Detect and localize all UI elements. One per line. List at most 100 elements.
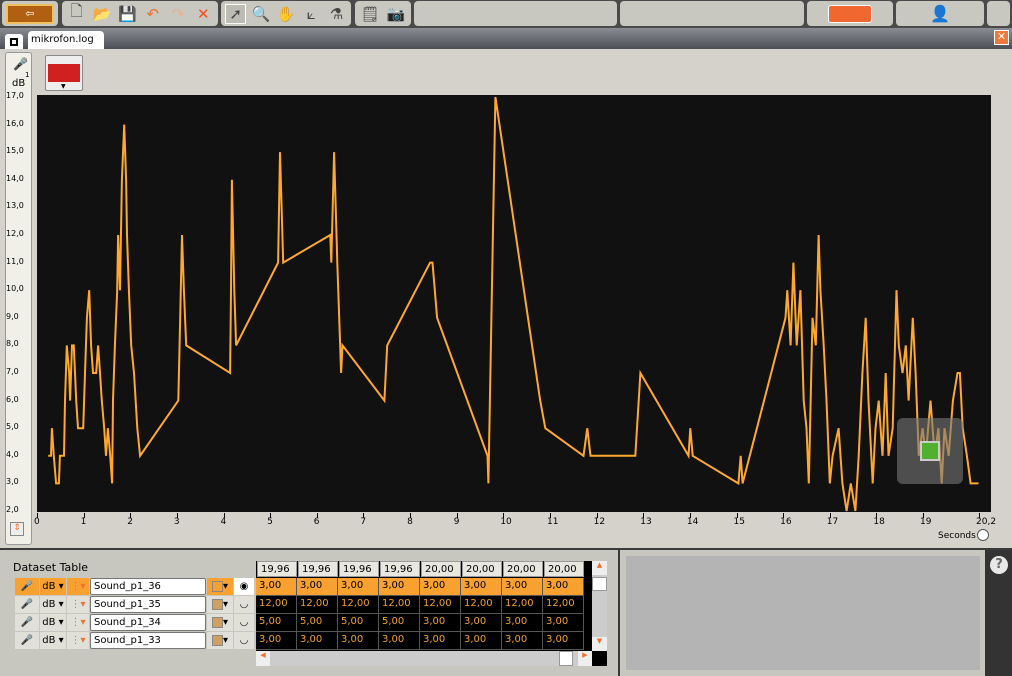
scroll-right-icon[interactable]: ▶ [578,651,592,666]
dataset-row[interactable]: 🎤 dB ▾ ⋮▾ Sound_p1_33 ▾ ◡ [15,632,254,650]
data-cell[interactable]: 3,00 [543,578,584,596]
scale-dropdown[interactable]: ⋮▾ [67,614,89,631]
data-cell[interactable]: 12,00 [543,596,584,614]
redo-icon[interactable]: ↷ [167,4,188,24]
data-cell[interactable]: 5,00 [297,614,338,632]
scale-dropdown[interactable]: ⋮▾ [67,596,89,613]
data-cell[interactable]: 12,00 [297,596,338,614]
eye-hidden-icon[interactable]: ◡ [234,614,254,631]
scale-dropdown[interactable]: ⋮▾ [67,578,89,595]
data-cell[interactable]: 3,00 [502,578,543,596]
data-cell[interactable]: 3,00 [543,632,584,650]
upload-group: ⇦ [2,1,58,26]
data-cell[interactable]: 3,00 [502,614,543,632]
unit-dropdown[interactable]: dB ▾ [40,578,66,595]
eye-visible-icon[interactable]: ◉ [234,578,254,595]
data-cell[interactable]: 3,00 [256,578,297,596]
tab-menu-icon[interactable] [5,34,23,49]
eye-hidden-icon[interactable]: ◡ [234,632,254,649]
unit-dropdown[interactable]: dB ▾ [40,614,66,631]
delete-icon[interactable]: ✕ [193,4,214,24]
scroll-down-icon[interactable]: ▼ [592,637,607,651]
data-cell[interactable]: 3,00 [297,632,338,650]
data-cell[interactable]: 3,00 [461,578,502,596]
data-cell[interactable]: 3,00 [461,632,502,650]
data-cell[interactable]: 12,00 [256,596,297,614]
nxt-brick-button[interactable] [807,1,893,26]
data-cell[interactable]: 3,00 [379,632,420,650]
dataset-name-field[interactable]: Sound_p1_33 [90,632,206,649]
data-cell[interactable]: 3,00 [256,632,297,650]
data-cell[interactable]: 3,00 [297,578,338,596]
sensor-probe-icon[interactable]: 🎤 [15,578,39,595]
new-file-icon[interactable]: 🗋 [66,2,87,24]
analysis-microscope-icon[interactable]: ⚗ [326,4,347,24]
close-icon[interactable]: ✕ [994,30,1009,45]
dataset-row[interactable]: 🎤 dB ▾ ⋮▾ Sound_p1_36 ▾ ◉ [15,578,254,596]
data-cell[interactable]: 3,00 [338,632,379,650]
sensor-probe-icon[interactable]: 🎤 [15,596,39,613]
color-dropdown[interactable]: ▾ [207,632,233,649]
scroll-thumb[interactable] [592,577,607,591]
data-cell[interactable]: 5,00 [256,614,297,632]
sensor-probe-icon[interactable]: 🎤 [15,632,39,649]
data-cell[interactable]: 5,00 [379,614,420,632]
scroll-up-icon[interactable]: ▲ [592,561,607,575]
dataset-row[interactable]: 🎤 dB ▾ ⋮▾ Sound_p1_35 ▾ ◡ [15,596,254,614]
zoom-icon[interactable]: 🔍 [250,4,271,24]
data-cell[interactable]: 3,00 [379,578,420,596]
data-cell[interactable]: 12,00 [379,596,420,614]
tab-mikrofon-log[interactable]: mikrofon.log [28,31,104,49]
color-dropdown[interactable]: ▾ [207,578,233,595]
sensor-microphone-icon[interactable]: 🎤 [13,57,28,71]
data-cell[interactable]: 3,00 [543,614,584,632]
color-dropdown[interactable]: ▾ [207,614,233,631]
dataset-name-field[interactable]: Sound_p1_34 [90,614,206,631]
navigation-widget[interactable] [897,418,963,484]
data-cell[interactable]: 3,00 [338,578,379,596]
data-cell[interactable]: 3,00 [420,614,461,632]
dataset-name-field[interactable]: Sound_p1_35 [90,596,206,613]
upload-download-button[interactable]: ⇦ [6,3,54,24]
data-grid[interactable]: 19,96 19,96 19,96 19,96 20,00 20,00 20,00 20,00… [256,561,592,651]
data-cell[interactable]: 12,00 [461,596,502,614]
plot-area[interactable] [37,95,991,512]
dataset-name-field[interactable]: Sound_p1_36 [90,578,206,595]
data-cell[interactable]: 12,00 [502,596,543,614]
axis-tool-icon[interactable]: ⟀ [301,4,322,24]
horizontal-scrollbar[interactable]: ◀ ▶ [256,651,592,666]
data-cell[interactable]: 3,00 [502,632,543,650]
data-cell[interactable]: 12,00 [338,596,379,614]
color-dropdown[interactable]: ▾ [207,596,233,613]
capture-group: 🗒 📷 [355,1,411,26]
open-folder-icon[interactable]: 📂 [91,4,112,24]
unit-dropdown[interactable]: dB ▾ [40,632,66,649]
notes-icon[interactable]: 🗒 [359,4,381,24]
data-cell[interactable]: 12,00 [420,596,461,614]
nav-center-icon[interactable] [920,441,940,461]
unit-dropdown[interactable]: dB ▾ [40,596,66,613]
vertical-scrollbar[interactable]: ▲ ▼ [592,561,607,651]
data-cell[interactable]: 3,00 [420,632,461,650]
save-icon[interactable]: 💾 [117,4,138,24]
column-header: 19,96 [257,561,297,577]
pan-hand-icon[interactable]: ✋ [275,4,296,24]
scale-dropdown[interactable]: ⋮▾ [67,632,89,649]
data-cell[interactable]: 5,00 [338,614,379,632]
user-button[interactable]: 👤 [896,1,984,26]
camera-icon[interactable]: 📷 [385,4,407,24]
undo-icon[interactable]: ↶ [142,4,163,24]
data-cell[interactable]: 3,00 [420,578,461,596]
dataset-row[interactable]: 🎤 dB ▾ ⋮▾ Sound_p1_34 ▾ ◡ [15,614,254,632]
sensor-probe-icon[interactable]: 🎤 [15,614,39,631]
x-tick-label: 17 [826,517,839,527]
eye-hidden-icon[interactable]: ◡ [234,596,254,613]
x-tick-label: 18 [873,517,885,527]
chart-type-button[interactable]: ▼ [45,55,83,91]
data-cell[interactable]: 3,00 [461,614,502,632]
help-icon[interactable]: ? [990,556,1008,574]
axis-scale-button[interactable]: ⇕ [10,522,24,536]
h-scroll-thumb[interactable] [559,651,573,666]
pointer-icon[interactable]: ➚ [225,3,247,24]
scroll-left-icon[interactable]: ◀ [256,651,270,666]
